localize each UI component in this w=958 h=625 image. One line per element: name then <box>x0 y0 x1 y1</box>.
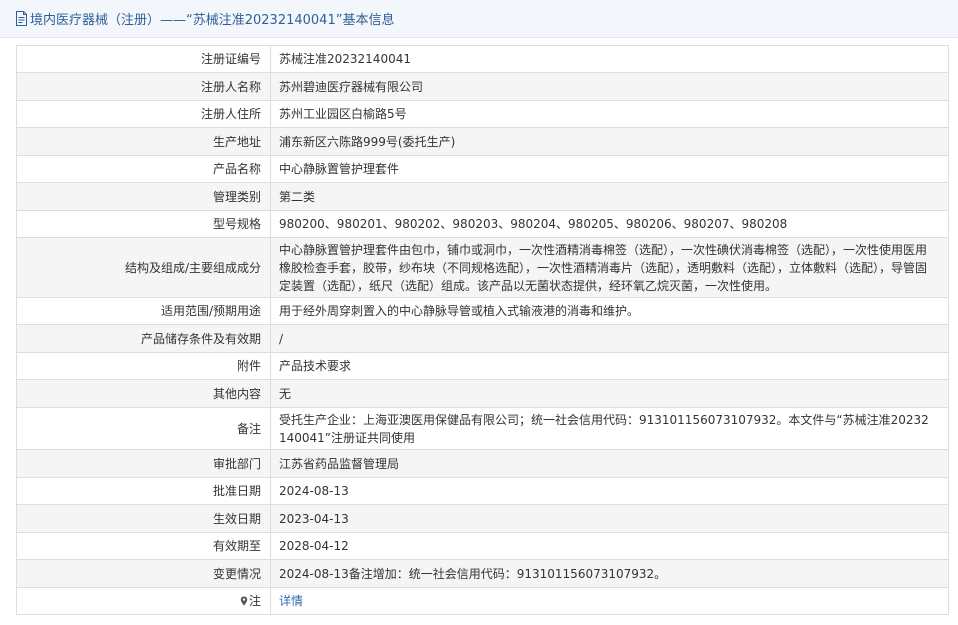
row-label-registrant-address: 注册人住所 <box>16 100 271 128</box>
row-value-note: 详情 <box>270 587 949 615</box>
row-value-production-address: 浦东新区六陈路999号(委托生产) <box>270 127 949 156</box>
table-row: 产品名称 中心静脉置管护理套件 <box>16 155 949 183</box>
row-value-approval-dept: 江苏省药品监督管理局 <box>270 449 949 478</box>
row-label-registrant-name: 注册人名称 <box>16 72 271 101</box>
map-pin-icon <box>240 596 248 606</box>
details-link[interactable]: 详情 <box>279 594 303 608</box>
page-header: 境内医疗器械（注册）——“苏械注准20232140041”基本信息 <box>0 0 958 38</box>
row-label-category: 管理类别 <box>16 182 271 211</box>
table-row: 其他内容 无 <box>16 379 949 408</box>
table-row: 适用范围/预期用途 用于经外周穿刺置入的中心静脉导管或植入式输液港的消毒和维护。 <box>16 297 949 325</box>
row-label-changes: 变更情况 <box>16 559 271 588</box>
row-label-other: 其他内容 <box>16 379 271 408</box>
table-row: 审批部门 江苏省药品监督管理局 <box>16 449 949 478</box>
table-row: 生产地址 浦东新区六陈路999号(委托生产) <box>16 127 949 156</box>
row-value-product-name: 中心静脉置管护理套件 <box>270 155 949 183</box>
row-value-intended-use: 用于经外周穿刺置入的中心静脉导管或植入式输液港的消毒和维护。 <box>270 297 949 325</box>
table-row: 附件 产品技术要求 <box>16 352 949 380</box>
row-label-composition: 结构及组成/主要组成成分 <box>16 237 271 298</box>
page-title: 境内医疗器械（注册）——“苏械注准20232140041”基本信息 <box>30 13 395 28</box>
row-value-composition: 中心静脉置管护理套件由包巾，铺巾或洞巾，一次性酒精消毒棉签（选配），一次性碘伏消… <box>270 237 949 298</box>
row-value-registrant-name: 苏州碧迪医疗器械有限公司 <box>270 72 949 101</box>
row-label-note: 注 <box>16 587 271 615</box>
row-value-other: 无 <box>270 379 949 408</box>
row-value-category: 第二类 <box>270 182 949 211</box>
row-label-effective-date: 生效日期 <box>16 504 271 533</box>
info-table-container: 注册证编号 苏械注准20232140041 注册人名称 苏州碧迪医疗器械有限公司… <box>16 45 949 615</box>
row-label-reg-no: 注册证编号 <box>16 45 271 73</box>
row-label-production-address: 生产地址 <box>16 127 271 156</box>
table-row: 管理类别 第二类 <box>16 182 949 211</box>
row-label-intended-use: 适用范围/预期用途 <box>16 297 271 325</box>
table-row: 产品储存条件及有效期 / <box>16 324 949 353</box>
row-value-changes: 2024-08-13备注增加：统一社会信用代码：9131011560731079… <box>270 559 949 588</box>
table-row: 有效期至 2028-04-12 <box>16 532 949 560</box>
row-value-expiry-date: 2028-04-12 <box>270 532 949 560</box>
row-label-approval-dept: 审批部门 <box>16 449 271 478</box>
row-value-attachment: 产品技术要求 <box>270 352 949 380</box>
document-icon <box>16 11 27 26</box>
row-label-approval-date: 批准日期 <box>16 477 271 505</box>
row-label-model-spec: 型号规格 <box>16 210 271 238</box>
row-value-reg-no: 苏械注准20232140041 <box>270 45 949 73</box>
row-label-attachment: 附件 <box>16 352 271 380</box>
row-value-effective-date: 2023-04-13 <box>270 504 949 533</box>
table-row: 批准日期 2024-08-13 <box>16 477 949 505</box>
row-value-approval-date: 2024-08-13 <box>270 477 949 505</box>
row-label-product-name: 产品名称 <box>16 155 271 183</box>
table-row: 注册证编号 苏械注准20232140041 <box>16 45 949 73</box>
table-row: 结构及组成/主要组成成分 中心静脉置管护理套件由包巾，铺巾或洞巾，一次性酒精消毒… <box>16 237 949 298</box>
table-row: 备注 受托生产企业：上海亚澳医用保健品有限公司；统一社会信用代码：9131011… <box>16 407 949 450</box>
row-label-expiry-date: 有效期至 <box>16 532 271 560</box>
note-label-text: 注 <box>248 594 261 608</box>
info-table: 注册证编号 苏械注准20232140041 注册人名称 苏州碧迪医疗器械有限公司… <box>16 45 949 615</box>
row-value-storage: / <box>270 324 949 353</box>
table-row: 注册人名称 苏州碧迪医疗器械有限公司 <box>16 72 949 101</box>
row-value-registrant-address: 苏州工业园区白榆路5号 <box>270 100 949 128</box>
table-row: 型号规格 980200、980201、980202、980203、980204、… <box>16 210 949 238</box>
table-row: 注 详情 <box>16 587 949 615</box>
row-value-remarks: 受托生产企业：上海亚澳医用保健品有限公司；统一社会信用代码：9131011560… <box>270 407 949 450</box>
row-value-model-spec: 980200、980201、980202、980203、980204、98020… <box>270 210 949 238</box>
row-label-remarks: 备注 <box>16 407 271 450</box>
table-row: 生效日期 2023-04-13 <box>16 504 949 533</box>
table-row: 注册人住所 苏州工业园区白榆路5号 <box>16 100 949 128</box>
row-label-storage: 产品储存条件及有效期 <box>16 324 271 353</box>
table-row: 变更情况 2024-08-13备注增加：统一社会信用代码：91310115607… <box>16 559 949 588</box>
